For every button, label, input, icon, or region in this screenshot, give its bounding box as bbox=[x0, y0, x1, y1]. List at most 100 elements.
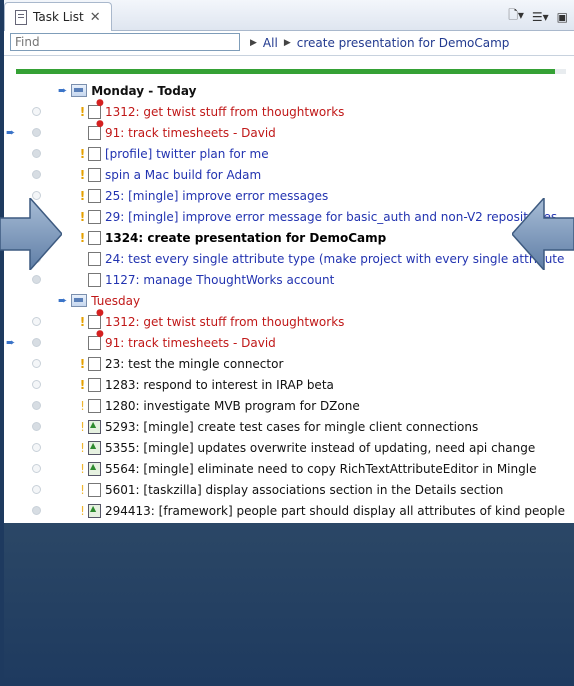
category-label: Tuesday bbox=[91, 293, 141, 308]
task-row[interactable]: ! 1312: get twist stuff from thoughtworks bbox=[4, 98, 574, 122]
task-label: spin a Mac build for Adam bbox=[105, 167, 262, 182]
task-label: 1312: get twist stuff from thoughtworks bbox=[105, 314, 345, 329]
task-icon bbox=[88, 146, 101, 161]
repository-task-icon bbox=[88, 461, 101, 476]
task-row[interactable]: ➨ 91: track timesheets - David bbox=[4, 119, 574, 143]
incoming-task-icon bbox=[88, 98, 104, 119]
priority-high-icon: ! bbox=[79, 377, 86, 392]
task-label: 1127: manage ThoughtWorks account bbox=[105, 272, 335, 287]
status-dot-icon bbox=[32, 128, 41, 137]
status-dot-icon bbox=[32, 464, 41, 473]
task-label: 1312: get twist stuff from thoughtworks bbox=[105, 104, 345, 119]
task-label: 5601: [taskzilla] display associations s… bbox=[105, 482, 504, 497]
task-label: 1283: respond to interest in IRAP beta bbox=[105, 377, 334, 392]
task-progress-bar bbox=[16, 69, 566, 74]
status-dot-icon bbox=[32, 317, 41, 326]
task-icon bbox=[88, 251, 101, 266]
category-row[interactable]: ➨ Tuesday bbox=[4, 290, 574, 311]
priority-high-icon: ! bbox=[79, 314, 86, 329]
repository-task-icon bbox=[88, 503, 101, 518]
status-dot-icon bbox=[32, 359, 41, 368]
tab-title: Task List bbox=[33, 10, 84, 24]
filter-icon[interactable]: ☰▾ bbox=[532, 6, 549, 27]
status-dot-icon bbox=[32, 443, 41, 452]
active-arrow-icon: ➨ bbox=[6, 336, 16, 349]
close-icon[interactable]: ✕ bbox=[90, 10, 101, 25]
priority-high-icon: ! bbox=[79, 167, 86, 182]
activate-arrow-icon: ➨ bbox=[58, 84, 68, 97]
task-row[interactable]: ! 29: [mingle] improve error message for … bbox=[4, 206, 574, 227]
task-row[interactable]: ! 5355: [mingle] updates overwrite instea… bbox=[4, 437, 574, 458]
priority-high-icon: ! bbox=[79, 230, 86, 245]
task-label: 5564: [mingle] eliminate need to copy Ri… bbox=[105, 461, 537, 476]
task-row[interactable]: ! [profile] twitter plan for me bbox=[4, 143, 574, 164]
priority-high-icon: ! bbox=[79, 104, 86, 119]
repository-task-icon bbox=[88, 440, 101, 455]
task-row[interactable]: ! 1312: get twist stuff from thoughtworks bbox=[4, 308, 574, 332]
task-row[interactable]: ! 1283: respond to interest in IRAP beta bbox=[4, 374, 574, 395]
view-toolbar: 🗋▾ ☰▾ ▣ bbox=[508, 6, 568, 27]
priority-high-icon: ! bbox=[79, 146, 86, 161]
view-titlebar: Task List ✕ 🗋▾ ☰▾ ▣ bbox=[4, 0, 574, 31]
breadcrumb-context[interactable]: create presentation for DemoCamp bbox=[297, 36, 510, 50]
task-icon bbox=[88, 398, 101, 413]
status-dot-icon bbox=[32, 380, 41, 389]
task-row[interactable]: 1127: manage ThoughtWorks account bbox=[4, 269, 574, 290]
status-dot-icon bbox=[32, 170, 41, 179]
priority-high-icon: ! bbox=[79, 209, 86, 224]
task-label: 25: [mingle] improve error messages bbox=[105, 188, 329, 203]
status-dot-icon bbox=[32, 506, 41, 515]
task-label: 91: track timesheets - David bbox=[105, 125, 276, 140]
repository-task-icon bbox=[88, 419, 101, 434]
task-icon bbox=[88, 209, 101, 224]
new-task-icon[interactable]: 🗋▾ bbox=[508, 6, 524, 27]
status-dot-icon bbox=[32, 401, 41, 410]
calendar-icon bbox=[71, 294, 88, 307]
tab-task-list[interactable]: Task List ✕ bbox=[4, 2, 112, 31]
priority-high-icon: ! bbox=[79, 188, 86, 203]
status-dot-icon bbox=[32, 485, 41, 494]
task-row[interactable]: 24: test every single attribute type (ma… bbox=[4, 248, 574, 269]
task-label: 24: test every single attribute type (ma… bbox=[105, 251, 565, 266]
task-row[interactable]: ! spin a Mac build for Adam bbox=[4, 164, 574, 185]
task-icon bbox=[88, 377, 101, 392]
task-row[interactable]: ! 5601: [taskzilla] display associations … bbox=[4, 479, 574, 500]
task-row[interactable]: ! 23: test the mingle connector bbox=[4, 353, 574, 374]
find-bar: ▶ All ▶ create presentation for DemoCamp bbox=[4, 31, 574, 56]
category-label: Monday - Today bbox=[91, 83, 197, 98]
pointer-arrow-left-icon bbox=[512, 198, 574, 270]
progress-fill bbox=[16, 69, 555, 74]
task-row[interactable]: ! 294413: [framework] people part should … bbox=[4, 500, 574, 521]
task-list-icon bbox=[15, 9, 27, 25]
priority-medium-icon: ! bbox=[80, 461, 85, 476]
task-row[interactable]: ! 5564: [mingle] eliminate need to copy R… bbox=[4, 458, 574, 479]
active-arrow-icon: ➨ bbox=[6, 126, 16, 139]
priority-medium-icon: ! bbox=[80, 503, 85, 518]
task-icon bbox=[88, 356, 101, 371]
task-tree: ➨ Monday - Today ! 1312: get twist stuff … bbox=[4, 80, 574, 521]
find-input[interactable] bbox=[10, 33, 240, 51]
task-icon bbox=[88, 482, 101, 497]
task-label: 1324: create presentation for DemoCamp bbox=[105, 230, 387, 245]
task-label: 29: [mingle] improve error message for b… bbox=[105, 209, 558, 224]
view-menu-icon[interactable]: ▣ bbox=[557, 6, 568, 27]
calendar-icon bbox=[71, 84, 88, 97]
task-row[interactable]: ! 1324: create presentation for DemoCamp bbox=[4, 227, 574, 248]
category-row[interactable]: ➨ Monday - Today bbox=[4, 80, 574, 101]
status-dot-icon bbox=[32, 149, 41, 158]
breadcrumb-all[interactable]: All bbox=[263, 36, 278, 50]
task-label: [profile] twitter plan for me bbox=[105, 146, 269, 161]
task-row[interactable]: ! 1280: investigate MVB program for DZone bbox=[4, 395, 574, 416]
task-label: 23: test the mingle connector bbox=[105, 356, 284, 371]
task-row[interactable]: ➨ 91: track timesheets - David bbox=[4, 329, 574, 353]
task-label: 5293: [mingle] create test cases for min… bbox=[105, 419, 479, 434]
incoming-task-icon bbox=[88, 308, 104, 329]
breadcrumb-arrow-icon: ▶ bbox=[250, 38, 257, 48]
status-dot-icon bbox=[32, 422, 41, 431]
task-row[interactable]: ! 25: [mingle] improve error messages bbox=[4, 185, 574, 206]
task-icon bbox=[88, 188, 101, 203]
task-row[interactable]: ! 5293: [mingle] create test cases for mi… bbox=[4, 416, 574, 437]
task-list-view: Task List ✕ 🗋▾ ☰▾ ▣ ▶ All ▶ create prese… bbox=[4, 0, 574, 523]
priority-medium-icon: ! bbox=[80, 440, 85, 455]
breadcrumb: ▶ All ▶ create presentation for DemoCamp bbox=[250, 36, 509, 50]
